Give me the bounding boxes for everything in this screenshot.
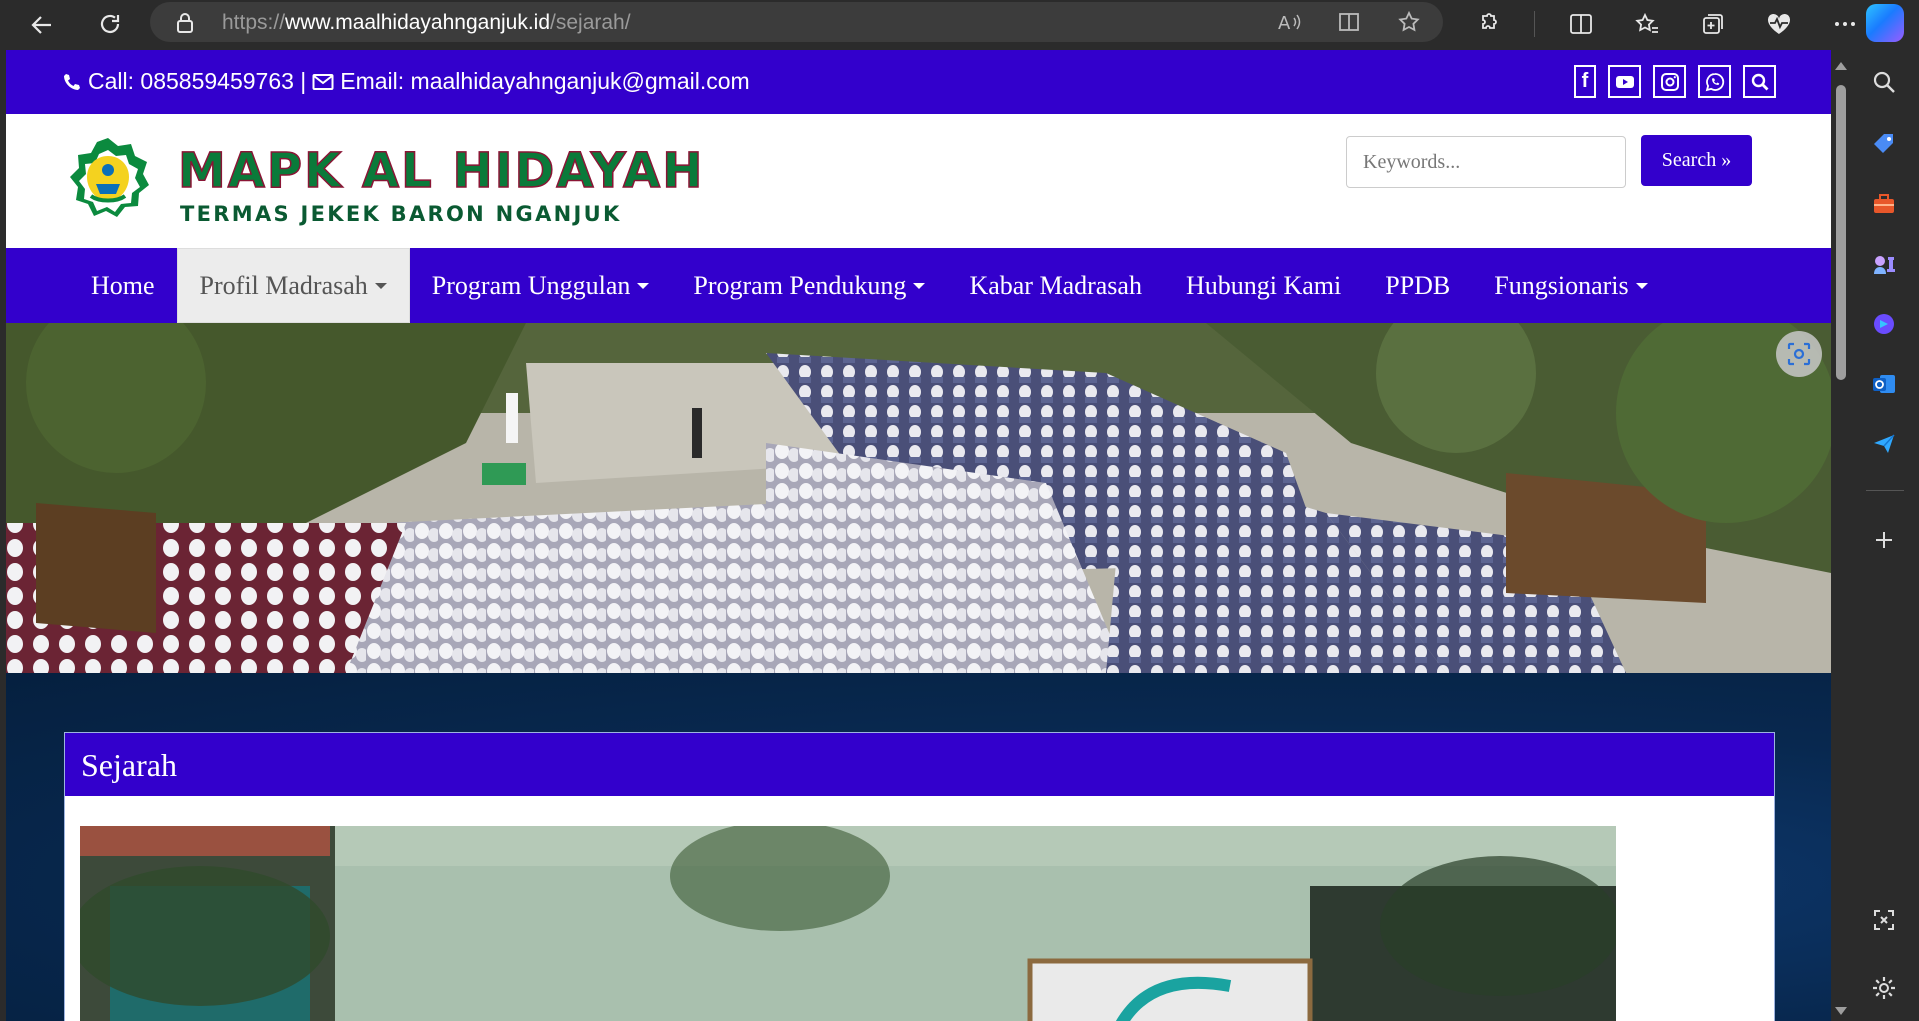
scroll-up-arrow-icon[interactable] [1835,62,1847,70]
whatsapp-icon[interactable] [1698,65,1731,98]
add-sidebar-icon[interactable] [1866,522,1902,558]
envelope-icon [312,73,334,90]
main-navigation: Home Profil Madrasah Program Unggulan Pr… [6,248,1831,323]
settings-gear-icon[interactable] [1866,970,1902,1006]
dropdown-caret-icon [637,282,650,289]
article-featured-image [80,826,1616,1021]
article-panel: Sejarah [64,732,1775,1021]
nav-item-hubungi-kami[interactable]: Hubungi Kami [1164,248,1363,323]
nav-item-profil-madrasah[interactable]: Profil Madrasah [176,248,410,323]
toolbar-divider [1534,11,1535,37]
visual-search-icon[interactable] [1776,331,1822,377]
back-button[interactable] [22,5,62,45]
phone-text: Call: 085859459763 | [88,68,307,94]
collections-icon[interactable] [1693,6,1733,42]
refresh-button[interactable] [90,5,130,45]
dropdown-caret-icon [374,282,387,289]
search-icon[interactable] [1743,65,1776,98]
screenshot-capture-icon[interactable] [1866,902,1902,938]
copilot-icon[interactable] [1866,4,1904,42]
refresh-icon [100,14,120,33]
youtube-icon[interactable] [1608,65,1641,98]
copilot-sidebar-icon[interactable] [1866,306,1902,342]
keyword-search-input[interactable] [1346,136,1626,188]
top-contact-bar: Call: 085859459763 | Email: maalhidayahn… [6,50,1831,114]
scroll-down-arrow-icon[interactable] [1835,1007,1847,1015]
immersive-reader-icon[interactable] [1337,10,1361,39]
address-bar[interactable]: https://www.maalhidayahnganjuk.id/sejara… [150,2,1443,42]
sidebar-divider [1866,490,1904,491]
send-telegram-icon[interactable] [1866,426,1902,462]
instagram-icon[interactable] [1653,65,1686,98]
read-aloud-icon[interactable]: A [1277,10,1301,39]
lock-icon[interactable] [176,12,194,39]
split-screen-icon[interactable] [1561,6,1601,42]
outlook-icon[interactable] [1866,366,1902,402]
nav-item-home[interactable]: Home [69,248,177,323]
page-scrollbar[interactable] [1831,50,1850,1021]
content-area: Sejarah [6,673,1831,1021]
back-arrow-icon [31,16,51,34]
web-page: Call: 085859459763 | Email: maalhidayahn… [6,50,1831,1021]
svg-text:A: A [1278,13,1291,34]
nav-item-ppdb[interactable]: PPDB [1363,248,1472,323]
search-button[interactable]: Search » [1641,135,1752,186]
favorite-star-icon[interactable] [1397,10,1421,39]
hero-banner-image [6,323,1831,673]
social-links: f [1574,65,1776,98]
shopping-tag-icon[interactable] [1866,126,1902,162]
panel-title: Sejarah [65,733,1774,796]
facebook-icon[interactable]: f [1574,65,1596,98]
url-text[interactable]: https://www.maalhidayahnganjuk.id/sejara… [222,11,631,35]
browser-essentials-icon[interactable] [1759,6,1799,42]
more-options-icon[interactable] [1825,6,1865,42]
email-text[interactable]: Email: maalhidayahnganjuk@gmail.com [340,68,749,95]
nav-item-program-unggulan[interactable]: Program Unggulan [410,248,672,323]
logo-subtitle: TERMAS JEKEK BARON NGANJUK [180,202,622,226]
nav-item-kabar-madrasah[interactable]: Kabar Madrasah [947,248,1164,323]
dropdown-caret-icon [913,282,926,289]
nav-item-fungsionaris[interactable]: Fungsionaris [1472,248,1669,323]
extensions-icon[interactable] [1468,6,1508,42]
favorites-icon[interactable] [1627,6,1667,42]
logo-title[interactable]: MAPK AL HIDAYAH [177,146,704,196]
games-icon[interactable] [1866,246,1902,282]
dropdown-caret-icon [1635,282,1648,289]
tools-briefcase-icon[interactable] [1866,186,1902,222]
nav-item-program-pendukung[interactable]: Program Pendukung [671,248,947,323]
contact-info: Call: 085859459763 | Email: maalhidayahn… [62,68,750,95]
phone-icon [64,73,80,90]
madrasah-emblem-logo[interactable] [63,136,153,226]
scroll-thumb[interactable] [1836,85,1846,380]
sidebar-search-icon[interactable] [1866,64,1902,100]
site-header: MAPK AL HIDAYAH TERMAS JEKEK BARON NGANJ… [6,114,1831,248]
